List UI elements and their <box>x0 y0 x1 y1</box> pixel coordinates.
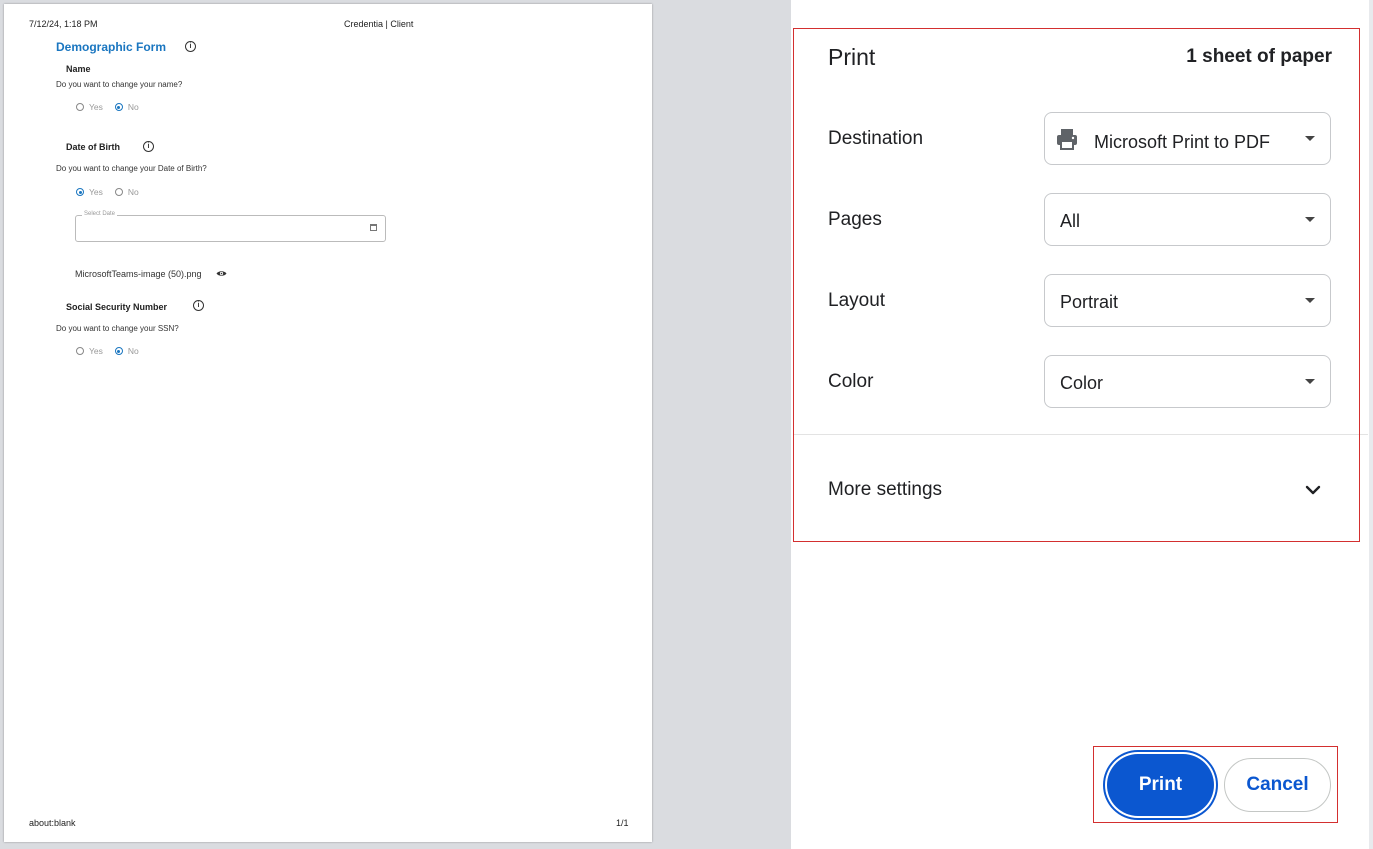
preview-footer-url: about:blank <box>29 818 76 828</box>
date-field-label: Select Date <box>82 211 118 217</box>
ssn-section-title: Social Security Number <box>66 302 168 312</box>
dob-no-label: No <box>127 187 139 197</box>
ssn-question: Do you want to change your SSN? <box>56 324 179 333</box>
dob-yes-label: Yes <box>89 187 103 197</box>
name-radio-group: Yes No <box>76 102 151 112</box>
name-yes-label: Yes <box>89 102 103 112</box>
ssn-no-label: No <box>127 346 139 356</box>
name-no-radio <box>114 103 123 111</box>
settings-highlight-box <box>793 28 1360 542</box>
date-of-birth-field: Select Date <box>75 211 386 242</box>
name-no-label: No <box>127 102 139 112</box>
ssn-yes-radio <box>76 347 84 355</box>
print-preview-page: 7/12/24, 1:18 PM Credentia | Client Demo… <box>4 4 652 842</box>
info-icon: i <box>143 141 154 152</box>
panel-edge <box>1369 0 1373 849</box>
info-icon: i <box>193 300 204 311</box>
preview-footer-page: 1/1 <box>616 818 629 828</box>
preview-header-date: 7/12/24, 1:18 PM <box>29 19 98 29</box>
preview-header-site: Credentia | Client <box>344 19 414 29</box>
dob-no-radio <box>114 188 123 196</box>
buttons-highlight-box <box>1093 746 1338 823</box>
info-icon: i <box>185 41 196 52</box>
ssn-no-radio <box>114 347 123 355</box>
dob-section-title: Date of Birth <box>66 142 120 152</box>
dob-yes-radio <box>76 188 84 196</box>
form-title: Demographic Form <box>56 40 167 54</box>
eye-icon <box>216 271 227 276</box>
attached-file-name: MicrosoftTeams-image (50).png <box>75 269 202 279</box>
name-section-title: Name <box>66 64 91 74</box>
ssn-radio-group: Yes No <box>76 346 151 356</box>
name-yes-radio <box>76 103 84 111</box>
name-question: Do you want to change your name? <box>56 80 183 89</box>
dob-question: Do you want to change your Date of Birth… <box>56 164 207 173</box>
ssn-yes-label: Yes <box>89 346 103 356</box>
dob-radio-group: Yes No <box>76 187 151 197</box>
calendar-icon <box>370 224 377 231</box>
